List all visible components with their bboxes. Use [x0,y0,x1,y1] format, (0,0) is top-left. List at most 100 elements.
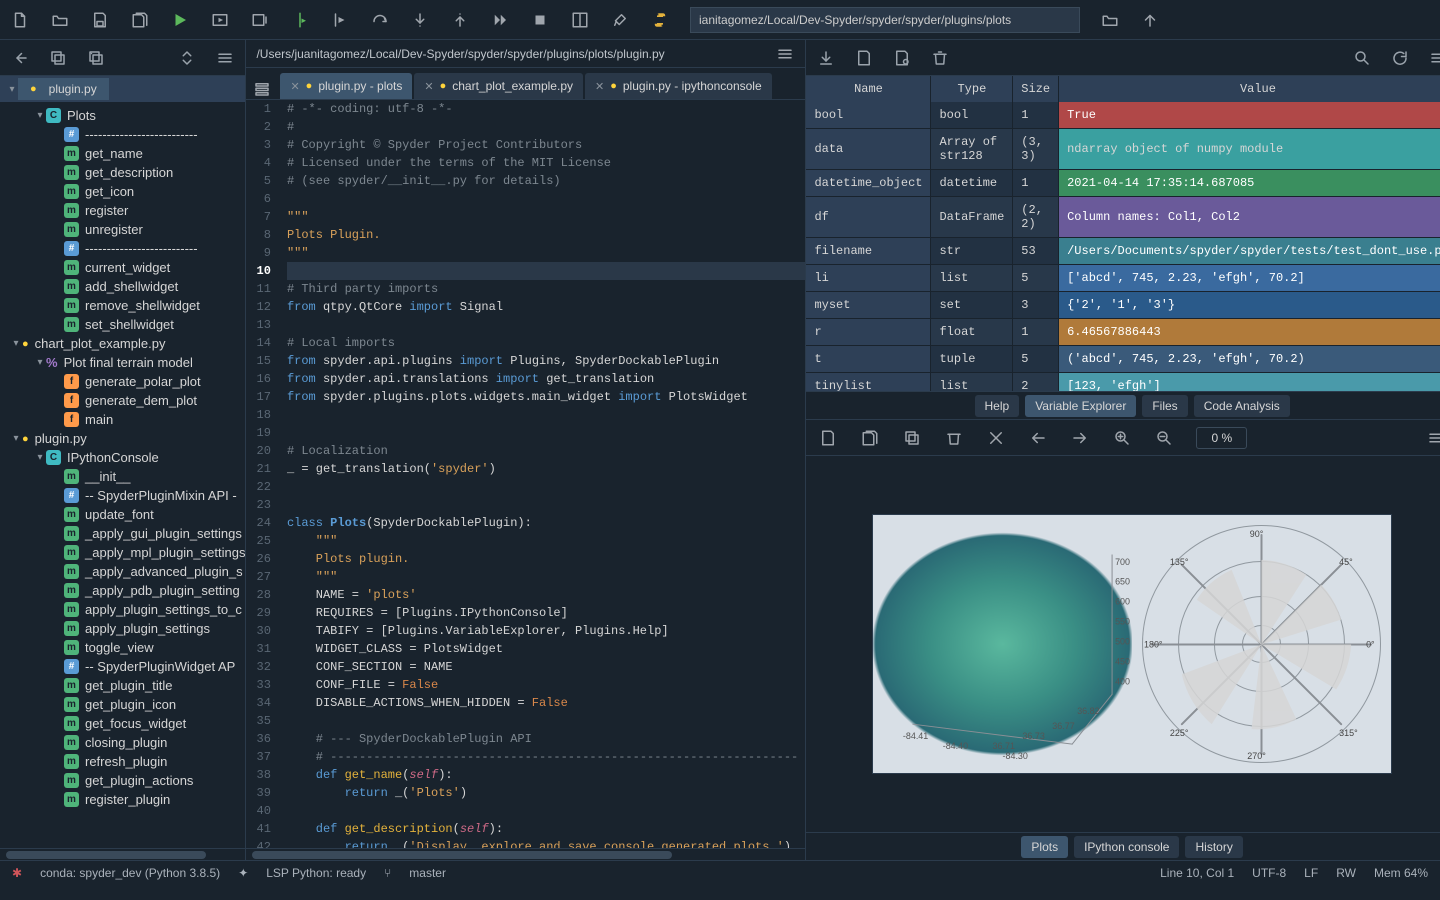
col-type[interactable]: Type [931,76,1013,102]
outline-item[interactable]: mget_focus_widget [0,714,245,733]
col-size[interactable]: Size [1013,76,1059,102]
close-tab-icon[interactable]: ✕ [424,80,433,93]
outline-file-tab[interactable]: ● plugin.py [18,78,109,100]
stop-debug-icon[interactable] [530,10,550,30]
expand-all-icon[interactable] [177,48,197,68]
outline-item[interactable]: m_apply_advanced_plugin_s [0,562,245,581]
copy-plot-icon[interactable] [902,428,922,448]
run-icon[interactable] [170,10,190,30]
outline-item[interactable]: ▾CIPythonConsole [0,448,245,467]
col-value[interactable]: Value [1059,76,1440,102]
pane-tab[interactable]: Help [975,395,1020,417]
close-tab-icon[interactable]: ✕ [595,80,604,93]
variable-row[interactable]: rfloat16.46567886443 [806,319,1440,346]
save-plot-icon[interactable] [818,428,838,448]
python-path-icon[interactable] [650,10,670,30]
outline-item[interactable]: mapply_plugin_settings_to_c [0,600,245,619]
save-all-icon[interactable] [130,10,150,30]
outline-item[interactable]: mget_name [0,144,245,163]
variable-row[interactable]: ttuple5('abcd', 745, 2.23, 'efgh', 70.2) [806,346,1440,373]
preferences-icon[interactable] [610,10,630,30]
outline-item[interactable]: mregister_plugin [0,790,245,809]
run-selection-icon[interactable] [290,10,310,30]
options-icon[interactable] [215,48,235,68]
varexp-options-icon[interactable] [1428,48,1440,68]
outline-item[interactable]: ▾●plugin.py [0,429,245,448]
variable-row[interactable]: dfDataFrame(2, 2)Column names: Col1, Col… [806,197,1440,238]
outline-item[interactable]: #-- SpyderPluginMixin API - [0,486,245,505]
editor-options-icon[interactable] [775,44,795,64]
outline-item[interactable]: mcurrent_widget [0,258,245,277]
variable-row[interactable]: dataArray of str128(3, 3)ndarray object … [806,129,1440,170]
save-data-icon[interactable] [854,48,874,68]
pane-tab[interactable]: Files [1142,395,1187,417]
copy-abs-icon[interactable] [86,48,106,68]
variable-table[interactable]: Name Type Size Value boolbool1TruedataAr… [806,76,1440,391]
variable-row[interactable]: filenamestr53/Users/Documents/spyder/spy… [806,238,1440,265]
variable-row[interactable]: boolbool1True [806,102,1440,129]
status-cursor[interactable]: Line 10, Col 1 [1160,866,1234,880]
outline-item[interactable]: fmain [0,410,245,429]
outline-item[interactable]: mset_shellwidget [0,315,245,334]
outline-item[interactable]: mclosing_plugin [0,733,245,752]
outline-item[interactable]: mrefresh_plugin [0,752,245,771]
parent-dir-icon[interactable] [1140,10,1160,30]
delete-plot-icon[interactable] [944,428,964,448]
outline-item[interactable]: mregister [0,201,245,220]
pane-tab[interactable]: History [1185,836,1242,858]
outline-item[interactable]: madd_shellwidget [0,277,245,296]
step-over-icon[interactable] [370,10,390,30]
outline-item[interactable]: mapply_plugin_settings [0,619,245,638]
outline-item[interactable]: ▾●chart_plot_example.py [0,334,245,353]
outline-item[interactable]: m_apply_mpl_plugin_settings [0,543,245,562]
close-tab-icon[interactable]: ✕ [290,80,299,93]
step-in-icon[interactable] [410,10,430,30]
search-var-icon[interactable] [1352,48,1372,68]
working-dir-input[interactable] [690,7,1080,33]
next-plot-icon[interactable] [1070,428,1090,448]
code-editor[interactable]: 1234567891011▲12131415161718192021222324… [246,100,805,848]
debug-icon[interactable] [330,10,350,30]
outline-item[interactable]: mget_icon [0,182,245,201]
delete-all-plots-icon[interactable] [986,428,1006,448]
status-mem[interactable]: Mem 64% [1374,866,1428,880]
status-eol[interactable]: LF [1304,866,1318,880]
maximize-pane-icon[interactable] [570,10,590,30]
back-icon[interactable] [10,48,30,68]
step-out-icon[interactable] [450,10,470,30]
pane-tab[interactable]: Variable Explorer [1025,395,1136,417]
outline-item[interactable]: m_apply_gui_plugin_settings [0,524,245,543]
plot-canvas[interactable]: 700650600 550500450400 36.8236.7736.7336… [806,456,1440,832]
browse-dir-icon[interactable] [1100,10,1120,30]
new-file-icon[interactable] [10,10,30,30]
plots-options-icon[interactable] [1426,428,1440,448]
tab-list-icon[interactable] [252,79,272,99]
outline-tab-expand[interactable]: ▾ [6,84,18,95]
continue-icon[interactable] [490,10,510,30]
pane-tab[interactable]: IPython console [1074,836,1179,858]
col-name[interactable]: Name [806,76,931,102]
outline-item[interactable]: fgenerate_polar_plot [0,372,245,391]
editor-tab[interactable]: ✕●plugin.py - plots [280,73,412,99]
outline-item[interactable]: m_apply_pdb_plugin_setting [0,581,245,600]
prev-plot-icon[interactable] [1028,428,1048,448]
outline-item[interactable]: mget_plugin_title [0,676,245,695]
run-cell-advance-icon[interactable] [250,10,270,30]
editor-tab[interactable]: ✕●plugin.py - ipythonconsole [585,73,772,99]
zoom-out-icon[interactable] [1154,428,1174,448]
variable-row[interactable]: mysetset3{'2', '1', '3'} [806,292,1440,319]
pane-tab[interactable]: Plots [1021,836,1068,858]
status-conda[interactable]: conda: spyder_dev (Python 3.8.5) [40,866,220,880]
save-all-plots-icon[interactable] [860,428,880,448]
outline-item[interactable]: #-------------------------- [0,125,245,144]
pane-tab[interactable]: Code Analysis [1194,395,1290,417]
variable-row[interactable]: datetime_objectdatetime12021-04-14 17:35… [806,170,1440,197]
copy-icon[interactable] [48,48,68,68]
outline-item[interactable]: munregister [0,220,245,239]
variable-row[interactable]: tinylistlist2[123, 'efgh'] [806,373,1440,392]
status-lsp[interactable]: LSP Python: ready [266,866,366,880]
outline-item[interactable]: #-------------------------- [0,239,245,258]
run-cell-icon[interactable] [210,10,230,30]
outline-item[interactable]: mget_plugin_actions [0,771,245,790]
import-data-icon[interactable] [816,48,836,68]
